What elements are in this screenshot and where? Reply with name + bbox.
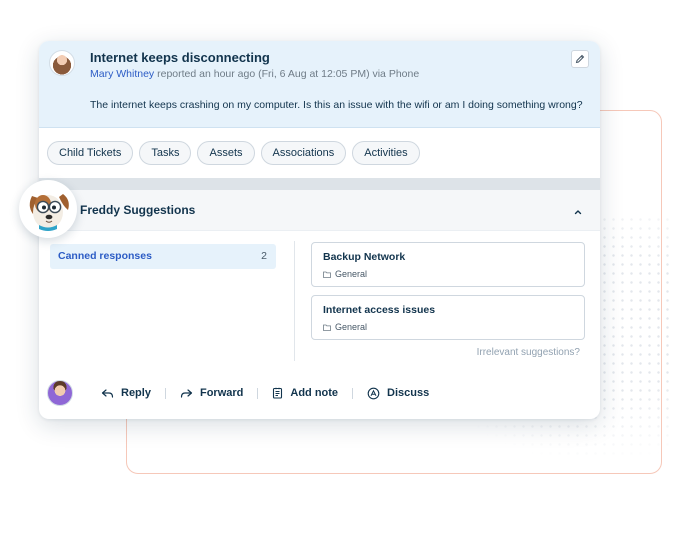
reply-arrow-icon	[101, 388, 114, 399]
forward-arrow-icon	[180, 388, 193, 399]
action-separator	[164, 387, 166, 399]
ticket-description: The internet keeps crashing on my comput…	[90, 99, 583, 111]
suggestion-folder: General	[323, 322, 367, 332]
ticket-meta-text: reported an hour ago (Fri, 6 Aug at 12:0…	[154, 68, 420, 80]
canned-responses-item[interactable]: Canned responses 2	[50, 244, 276, 269]
irrelevant-suggestions-link[interactable]: Irrelevant suggestions?	[477, 347, 580, 358]
reply-button[interactable]: Reply	[97, 384, 155, 402]
folder-icon	[323, 271, 331, 278]
suggestion-folder-label: General	[335, 269, 368, 279]
suggestion-folder: General	[323, 269, 367, 279]
tab-associations[interactable]: Associations	[260, 141, 347, 165]
discuss-button[interactable]: Discuss	[363, 384, 433, 402]
suggestion-title: Internet access issues	[323, 304, 436, 316]
pencil-icon	[575, 54, 585, 64]
folder-icon	[323, 324, 331, 331]
tab-child-tickets[interactable]: Child Tickets	[47, 141, 134, 165]
suggestion-card[interactable]: Internet access issues General	[311, 295, 585, 340]
ticket-meta: Mary Whitney reported an hour ago (Fri, …	[90, 68, 419, 80]
ticket-title: Internet keeps disconnecting	[90, 50, 270, 65]
forward-button[interactable]: Forward	[176, 384, 247, 402]
chevron-up-icon[interactable]	[573, 204, 583, 215]
canned-responses-label: Canned responses	[58, 250, 152, 262]
requester-avatar	[49, 50, 75, 76]
note-icon	[272, 387, 283, 399]
tab-activities[interactable]: Activities	[352, 141, 420, 165]
discuss-icon	[367, 387, 380, 400]
action-separator	[257, 387, 259, 399]
section-divider	[39, 178, 600, 190]
freddy-suggestions-title: Freddy Suggestions	[80, 203, 196, 217]
ticket-card: Internet keeps disconnecting Mary Whitne…	[39, 41, 600, 419]
dog-mascot-icon	[29, 194, 69, 231]
add-note-button[interactable]: Add note	[268, 384, 342, 402]
freddy-suggestions-header[interactable]: Freddy Suggestions	[39, 190, 600, 231]
canned-responses-count: 2	[261, 250, 267, 262]
panel-divider	[294, 241, 295, 361]
forward-label: Forward	[199, 387, 244, 399]
reply-label: Reply	[121, 387, 151, 399]
ticket-header: Internet keeps disconnecting Mary Whitne…	[39, 41, 600, 128]
ticket-actions: Reply Forward Add note Discuss	[97, 384, 433, 402]
tab-assets[interactable]: Assets	[197, 141, 255, 165]
requester-link[interactable]: Mary Whitney	[90, 68, 154, 80]
add-note-label: Add note	[290, 387, 339, 399]
action-separator	[352, 387, 354, 399]
discuss-label: Discuss	[387, 387, 430, 399]
edit-button[interactable]	[571, 50, 589, 68]
ticket-tabs: Child Tickets Tasks Assets Associations …	[47, 141, 420, 165]
agent-avatar	[47, 380, 73, 406]
freddy-mascot	[19, 180, 77, 238]
suggestion-card[interactable]: Backup Network General	[311, 242, 585, 287]
tab-tasks[interactable]: Tasks	[139, 141, 192, 165]
suggestion-title: Backup Network	[323, 251, 406, 263]
suggestion-folder-label: General	[335, 322, 368, 332]
